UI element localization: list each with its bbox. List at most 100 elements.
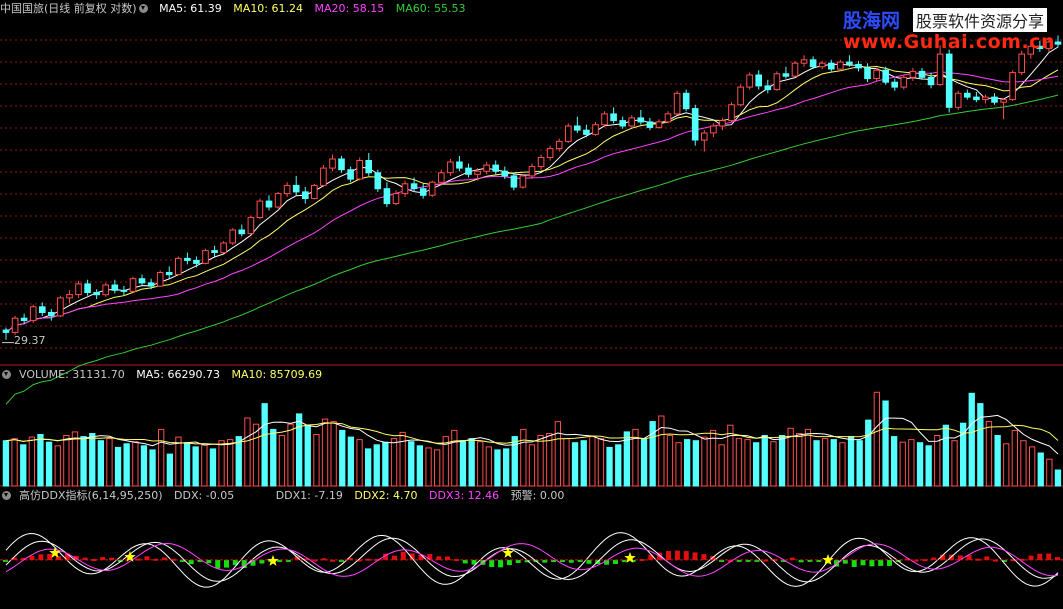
volume-bar-down xyxy=(813,440,820,487)
candle-down xyxy=(238,229,246,235)
volume-header: VOLUME: 31131.70 MA5: 66290.73 MA10: 857… xyxy=(0,367,330,383)
stock-title: 中国国旅(日线 前复权 对数) xyxy=(0,2,137,15)
volume-bar-up xyxy=(201,444,208,487)
volume-bar-up xyxy=(356,439,363,487)
candle-down xyxy=(691,108,699,141)
volume-bar-down xyxy=(97,440,104,487)
chart-canvas[interactable] xyxy=(0,0,1063,609)
volume-bar-up xyxy=(287,423,294,487)
candle-up xyxy=(837,61,844,70)
dropdown-toggle-icon[interactable] xyxy=(2,370,11,379)
volume-readout: VOLUME: 31131.70 xyxy=(19,368,125,381)
candle-down xyxy=(855,63,862,69)
candle-down xyxy=(365,160,372,174)
ddx-bar-negative xyxy=(860,559,866,566)
candle-down xyxy=(809,59,817,68)
alert-readout: 预警: 0.00 xyxy=(510,489,565,502)
ddx-bar-positive xyxy=(683,551,689,560)
candle-down xyxy=(456,161,463,169)
candle-down xyxy=(682,92,690,110)
candle-down xyxy=(147,282,155,287)
candle-down xyxy=(583,129,590,135)
volume-bar-down xyxy=(365,448,372,487)
candle-down xyxy=(927,76,935,86)
candle-up xyxy=(909,70,917,78)
candle-down xyxy=(265,200,273,208)
volume-bar-down xyxy=(977,403,984,487)
candle-up xyxy=(728,104,735,122)
volume-bar-down xyxy=(347,436,355,487)
candle-up xyxy=(274,193,282,208)
candle-down xyxy=(410,183,418,190)
ddx-bar-positive xyxy=(400,551,406,560)
volume-bar-down xyxy=(1054,469,1062,487)
volume-bar-up xyxy=(28,436,36,487)
volume-ma5-readout: MA5: 66290.73 xyxy=(136,368,220,381)
candle-up xyxy=(873,69,880,79)
candle-up xyxy=(428,181,436,196)
candle-down xyxy=(120,289,128,292)
candle-up xyxy=(710,125,717,134)
candle-down xyxy=(93,292,101,296)
dropdown-toggle-icon[interactable] xyxy=(138,4,148,13)
candle-down xyxy=(891,81,899,88)
volume-bar-up xyxy=(546,433,553,487)
volume-bar-up xyxy=(951,440,958,487)
volume-bar-up xyxy=(934,435,941,487)
candle-down xyxy=(292,184,300,193)
volume-bar-up xyxy=(71,431,79,487)
candle-up xyxy=(356,160,363,180)
volume-bar-down xyxy=(580,440,587,487)
candle-down xyxy=(338,158,345,171)
volume-bar-down xyxy=(606,446,613,487)
volume-bar-up xyxy=(873,391,881,487)
candle-down xyxy=(20,317,28,322)
volume-bar-up xyxy=(701,436,708,487)
candle-down xyxy=(973,96,980,101)
candle-up xyxy=(982,96,989,101)
volume-bar-up xyxy=(158,428,165,487)
candle-up xyxy=(66,294,73,299)
volume-bar-down xyxy=(89,433,96,487)
volume-bar-up xyxy=(321,418,329,487)
indicator-name: 高仿DDX指标(6,14,95,250) xyxy=(19,489,163,502)
candle-up xyxy=(1018,53,1026,74)
volume-bar-down xyxy=(459,440,467,487)
candle-up xyxy=(447,161,454,174)
ddx-bar-negative xyxy=(613,559,618,564)
candle-down xyxy=(764,85,772,91)
volume-bar-up xyxy=(244,417,251,487)
volume-bar-down xyxy=(304,424,311,487)
volume-bar-up xyxy=(563,438,570,487)
candle-up xyxy=(483,164,490,172)
volume-bar-up xyxy=(1046,458,1053,487)
volume-bar-down xyxy=(2,440,10,487)
candle-up xyxy=(537,157,545,168)
candle-up xyxy=(156,272,164,287)
ddx2-readout: DDX2: 4.70 xyxy=(354,489,418,502)
volume-bar-up xyxy=(227,439,234,487)
volume-bar-up xyxy=(839,442,846,487)
volume-bar-up xyxy=(796,433,803,487)
ma20-readout: MA20: 58.15 xyxy=(314,2,385,15)
candle-up xyxy=(746,74,753,88)
volume-bar-down xyxy=(140,445,148,487)
volume-bar-up xyxy=(718,444,725,487)
ddx-bar-negative xyxy=(887,559,892,566)
candle-up xyxy=(719,120,726,127)
volume-bar-up xyxy=(1020,440,1027,487)
candle-up xyxy=(202,250,209,264)
candle-up xyxy=(546,148,554,159)
dropdown-toggle-icon[interactable] xyxy=(2,491,11,500)
volume-bar-down xyxy=(468,438,475,487)
volume-bar-up xyxy=(477,441,484,487)
volume-bar-down xyxy=(80,436,87,487)
volume-bar-up xyxy=(390,438,398,487)
candle-up xyxy=(664,113,672,123)
volume-bar-down xyxy=(503,448,510,487)
ddx-bar-positive xyxy=(666,551,671,560)
ddx-bar-positive xyxy=(392,555,397,560)
volume-bar-up xyxy=(658,415,665,487)
candle-up xyxy=(75,283,82,296)
volume-bar-up xyxy=(330,421,337,487)
